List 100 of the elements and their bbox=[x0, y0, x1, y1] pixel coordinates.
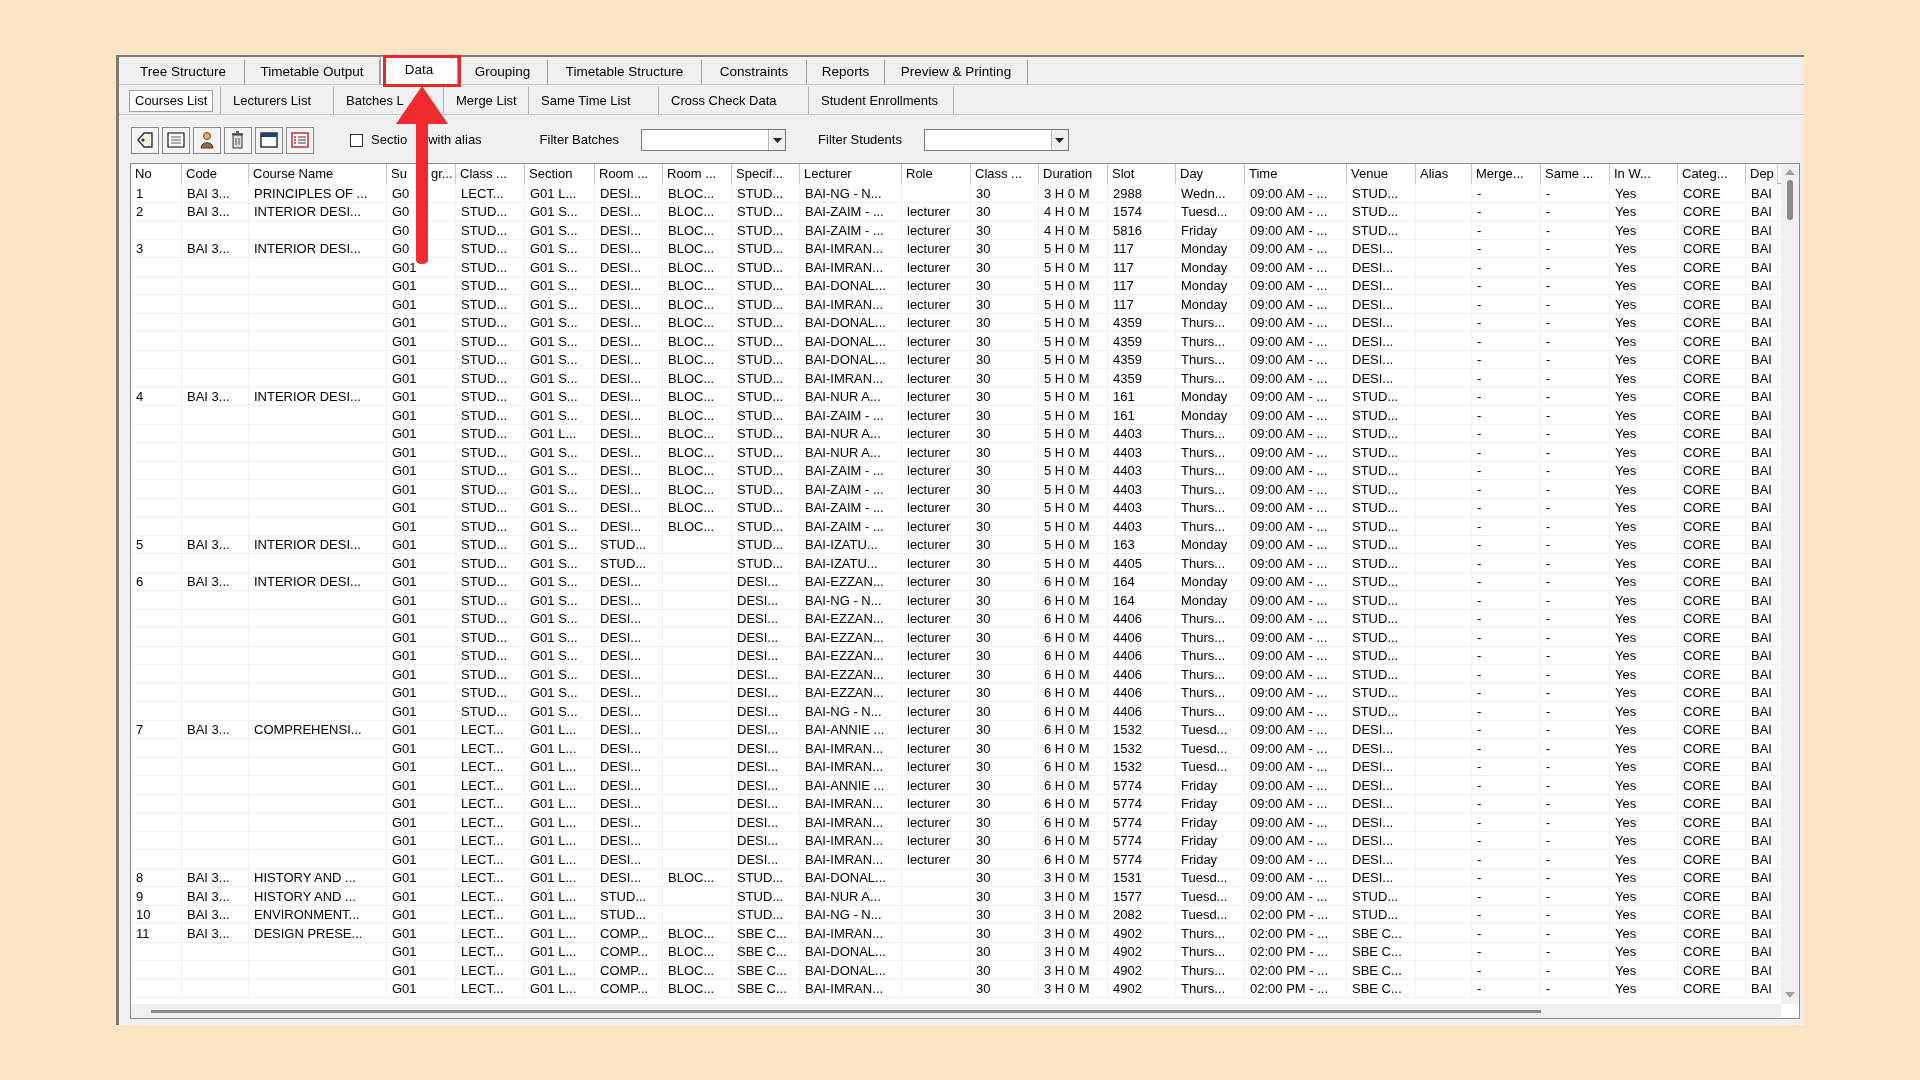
column-header[interactable]: Categ... bbox=[1678, 164, 1746, 184]
column-header[interactable]: In W... bbox=[1610, 164, 1678, 184]
tab[interactable]: Data bbox=[380, 56, 458, 84]
column-header[interactable]: Same ... bbox=[1541, 164, 1610, 184]
column-header[interactable]: Merge... bbox=[1472, 164, 1541, 184]
sub-tab[interactable]: Merge List bbox=[448, 89, 525, 112]
column-header[interactable]: Room ... bbox=[663, 164, 732, 184]
table-cell: G01 bbox=[392, 961, 417, 980]
table-cell-text: BAI-IMRAN... bbox=[805, 240, 883, 258]
column-header[interactable]: Role bbox=[902, 164, 971, 184]
table-cell-text: SBE C... bbox=[737, 943, 787, 961]
column-header[interactable]: Lecturer bbox=[800, 164, 902, 184]
table-cell-text: G01 bbox=[392, 758, 417, 776]
scroll-down-icon[interactable] bbox=[1785, 992, 1795, 998]
table-cell-text: - bbox=[1546, 462, 1551, 480]
table-cell: G01 L... bbox=[530, 850, 577, 869]
table-cell: 30 bbox=[976, 480, 991, 499]
table-cell-text: STUD... bbox=[737, 388, 784, 406]
table-cell: BAI-IMRAN... bbox=[805, 295, 883, 314]
table-cell: G01 bbox=[392, 332, 417, 351]
scrollbar-thumb[interactable] bbox=[151, 1009, 1541, 1013]
scroll-up-icon[interactable] bbox=[1785, 169, 1795, 175]
table-cell: 6 H 0 M bbox=[1044, 813, 1090, 832]
table-cell-text: BAI bbox=[1751, 425, 1772, 443]
column-header[interactable]: No bbox=[131, 164, 182, 184]
table-cell-text: - bbox=[1477, 869, 1482, 887]
table-cell-text: lecturer bbox=[907, 314, 951, 332]
table-cell-text: - bbox=[1477, 943, 1482, 961]
filter-label: Filter Batches bbox=[539, 131, 620, 150]
table-cell-text: 3 H 0 M bbox=[1044, 906, 1090, 924]
column-header[interactable]: Day bbox=[1176, 164, 1245, 184]
column-header[interactable]: Code bbox=[182, 164, 249, 184]
column-header[interactable]: Course Name bbox=[249, 164, 387, 184]
table-cell-text: 10 bbox=[136, 906, 151, 924]
table-cell-text: DESI... bbox=[600, 795, 642, 813]
table-cell-text: STUD... bbox=[1352, 536, 1399, 554]
table-cell: STUD... bbox=[1352, 887, 1399, 906]
sub-tab[interactable]: Lecturers List bbox=[225, 89, 320, 112]
column-header[interactable]: Class ... bbox=[456, 164, 525, 184]
table-cell: Yes bbox=[1615, 480, 1637, 499]
column-header[interactable]: Slot bbox=[1108, 164, 1176, 184]
table-cell-text: DESI... bbox=[600, 351, 642, 369]
table-cell-text: BAI bbox=[1751, 832, 1772, 850]
table-cell-text: SBE C... bbox=[1352, 980, 1402, 998]
scrollbar-thumb[interactable] bbox=[1787, 180, 1793, 220]
table-cell: lecturer bbox=[907, 628, 951, 647]
vertical-scrollbar[interactable] bbox=[1781, 164, 1799, 1004]
table-cell-text: 5 H 0 M bbox=[1044, 536, 1090, 554]
table-cell-text: 5774 bbox=[1113, 795, 1142, 813]
sub-tab[interactable]: Batches L bbox=[338, 89, 412, 112]
table-cell: - bbox=[1546, 221, 1551, 240]
table-cell-text: Yes bbox=[1615, 721, 1637, 739]
table-cell: 09:00 AM - ... bbox=[1250, 369, 1328, 388]
column-header[interactable]: Venue bbox=[1347, 164, 1416, 184]
column-header[interactable]: Section bbox=[525, 164, 595, 184]
table-cell: 2988 bbox=[1113, 184, 1142, 203]
column-header[interactable]: Room ... bbox=[595, 164, 663, 184]
table-cell: BAI bbox=[1751, 258, 1772, 277]
table-cell: 6 H 0 M bbox=[1044, 702, 1090, 721]
sub-tab[interactable]: Student Enrollments bbox=[813, 89, 947, 112]
table-cell: 09:00 AM - ... bbox=[1250, 628, 1328, 647]
table-cell: CORE bbox=[1683, 776, 1721, 795]
column-header[interactable]: Specif... bbox=[732, 164, 800, 184]
table-cell-text: Yes bbox=[1615, 351, 1637, 369]
table-cell-text: BAI bbox=[1751, 610, 1772, 628]
sub-tab[interactable]: Cross Check Data bbox=[663, 89, 785, 112]
toolbar-button[interactable] bbox=[193, 126, 221, 154]
toolbar-button[interactable] bbox=[131, 126, 159, 154]
table-cell-text: DESI... bbox=[600, 647, 642, 665]
table-cell: 5774 bbox=[1113, 776, 1142, 795]
toolbar-button[interactable] bbox=[224, 126, 252, 154]
table-cell-text: lecturer bbox=[907, 610, 951, 628]
table-cell-text: DESI... bbox=[600, 314, 642, 332]
filter-students-dropdown[interactable] bbox=[923, 129, 1069, 151]
column-header[interactable]: Duration bbox=[1039, 164, 1108, 184]
table-cell: Friday bbox=[1181, 221, 1218, 240]
column-header[interactable]: Time bbox=[1245, 164, 1347, 184]
table-cell-text: STUD... bbox=[600, 536, 647, 554]
toolbar-button[interactable] bbox=[255, 126, 283, 154]
table-cell-text: BAI-IMRAN... bbox=[805, 832, 883, 850]
table-cell-text: BLOC... bbox=[668, 943, 715, 961]
table-cell-text: 09:00 AM - ... bbox=[1250, 536, 1328, 554]
table-cell-text: STUD... bbox=[461, 277, 508, 295]
horizontal-scrollbar[interactable] bbox=[131, 1004, 1781, 1018]
toolbar-button[interactable] bbox=[162, 126, 190, 154]
table-cell: Thurs... bbox=[1181, 628, 1226, 647]
table-cell-text: - bbox=[1477, 684, 1482, 702]
column-header[interactable]: Alias bbox=[1416, 164, 1472, 184]
table-cell-text: 5 H 0 M bbox=[1044, 425, 1090, 443]
filter-batches-dropdown[interactable] bbox=[641, 129, 787, 151]
table-cell-text: G01 bbox=[392, 795, 417, 813]
checkbox[interactable] bbox=[350, 133, 363, 147]
column-header[interactable]: Class ... bbox=[971, 164, 1039, 184]
table-cell-text: 3 bbox=[136, 240, 144, 258]
table-cell-text: BAI bbox=[1751, 462, 1772, 480]
table-cell-text: CORE bbox=[1683, 795, 1721, 813]
sub-tab[interactable]: Courses List bbox=[129, 89, 214, 112]
table-cell-text: STUD... bbox=[1352, 573, 1399, 591]
table-cell-text: DESI... bbox=[1352, 240, 1394, 258]
sub-tab[interactable]: Same Time List bbox=[533, 89, 639, 112]
